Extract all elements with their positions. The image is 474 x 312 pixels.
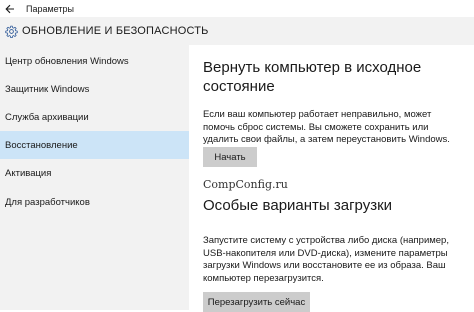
back-arrow-icon[interactable] <box>0 0 20 17</box>
sidebar-item-label: Активация <box>5 167 52 179</box>
advanced-startup-heading: Особые варианты загрузки <box>203 197 393 214</box>
main-content: Вернуть компьютер в исходное состояние Е… <box>189 45 474 312</box>
sidebar: Центр обновления Windows Защитник Window… <box>0 45 189 310</box>
reset-heading: Вернуть компьютер в исходное состояние <box>203 59 422 95</box>
sidebar-item-label: Служба архивации <box>5 111 89 123</box>
sidebar-item-label: Центр обновления Windows <box>5 55 129 67</box>
sidebar-item-label: Защитник Windows <box>5 83 90 95</box>
section-header: ОБНОВЛЕНИЕ И БЕЗОПАСНОСТЬ <box>0 17 474 45</box>
reset-description: Если ваш компьютер работает неправильно,… <box>203 109 450 145</box>
sidebar-item-label: Для разработчиков <box>5 196 90 208</box>
title-bar: Параметры <box>0 0 474 17</box>
sidebar-item-windows-update[interactable]: Центр обновления Windows <box>0 47 189 75</box>
sidebar-item-windows-defender[interactable]: Защитник Windows <box>0 75 189 103</box>
sidebar-item-label: Восстановление <box>5 139 78 151</box>
window-title: Параметры <box>26 3 74 14</box>
sidebar-item-activation[interactable]: Активация <box>0 159 189 187</box>
sidebar-item-recovery[interactable]: Восстановление <box>0 131 189 159</box>
gear-icon <box>4 24 18 38</box>
page-title: ОБНОВЛЕНИЕ И БЕЗОПАСНОСТЬ <box>22 25 209 37</box>
advanced-startup-description: Запустите систему с устройства либо диск… <box>203 235 449 284</box>
start-button[interactable]: Начать <box>203 147 257 167</box>
restart-now-button[interactable]: Перезагрузить сейчас <box>203 292 310 312</box>
sidebar-item-backup[interactable]: Служба архивации <box>0 103 189 131</box>
watermark: CompConfig.ru <box>203 178 288 191</box>
sidebar-item-for-developers[interactable]: Для разработчиков <box>0 188 189 216</box>
